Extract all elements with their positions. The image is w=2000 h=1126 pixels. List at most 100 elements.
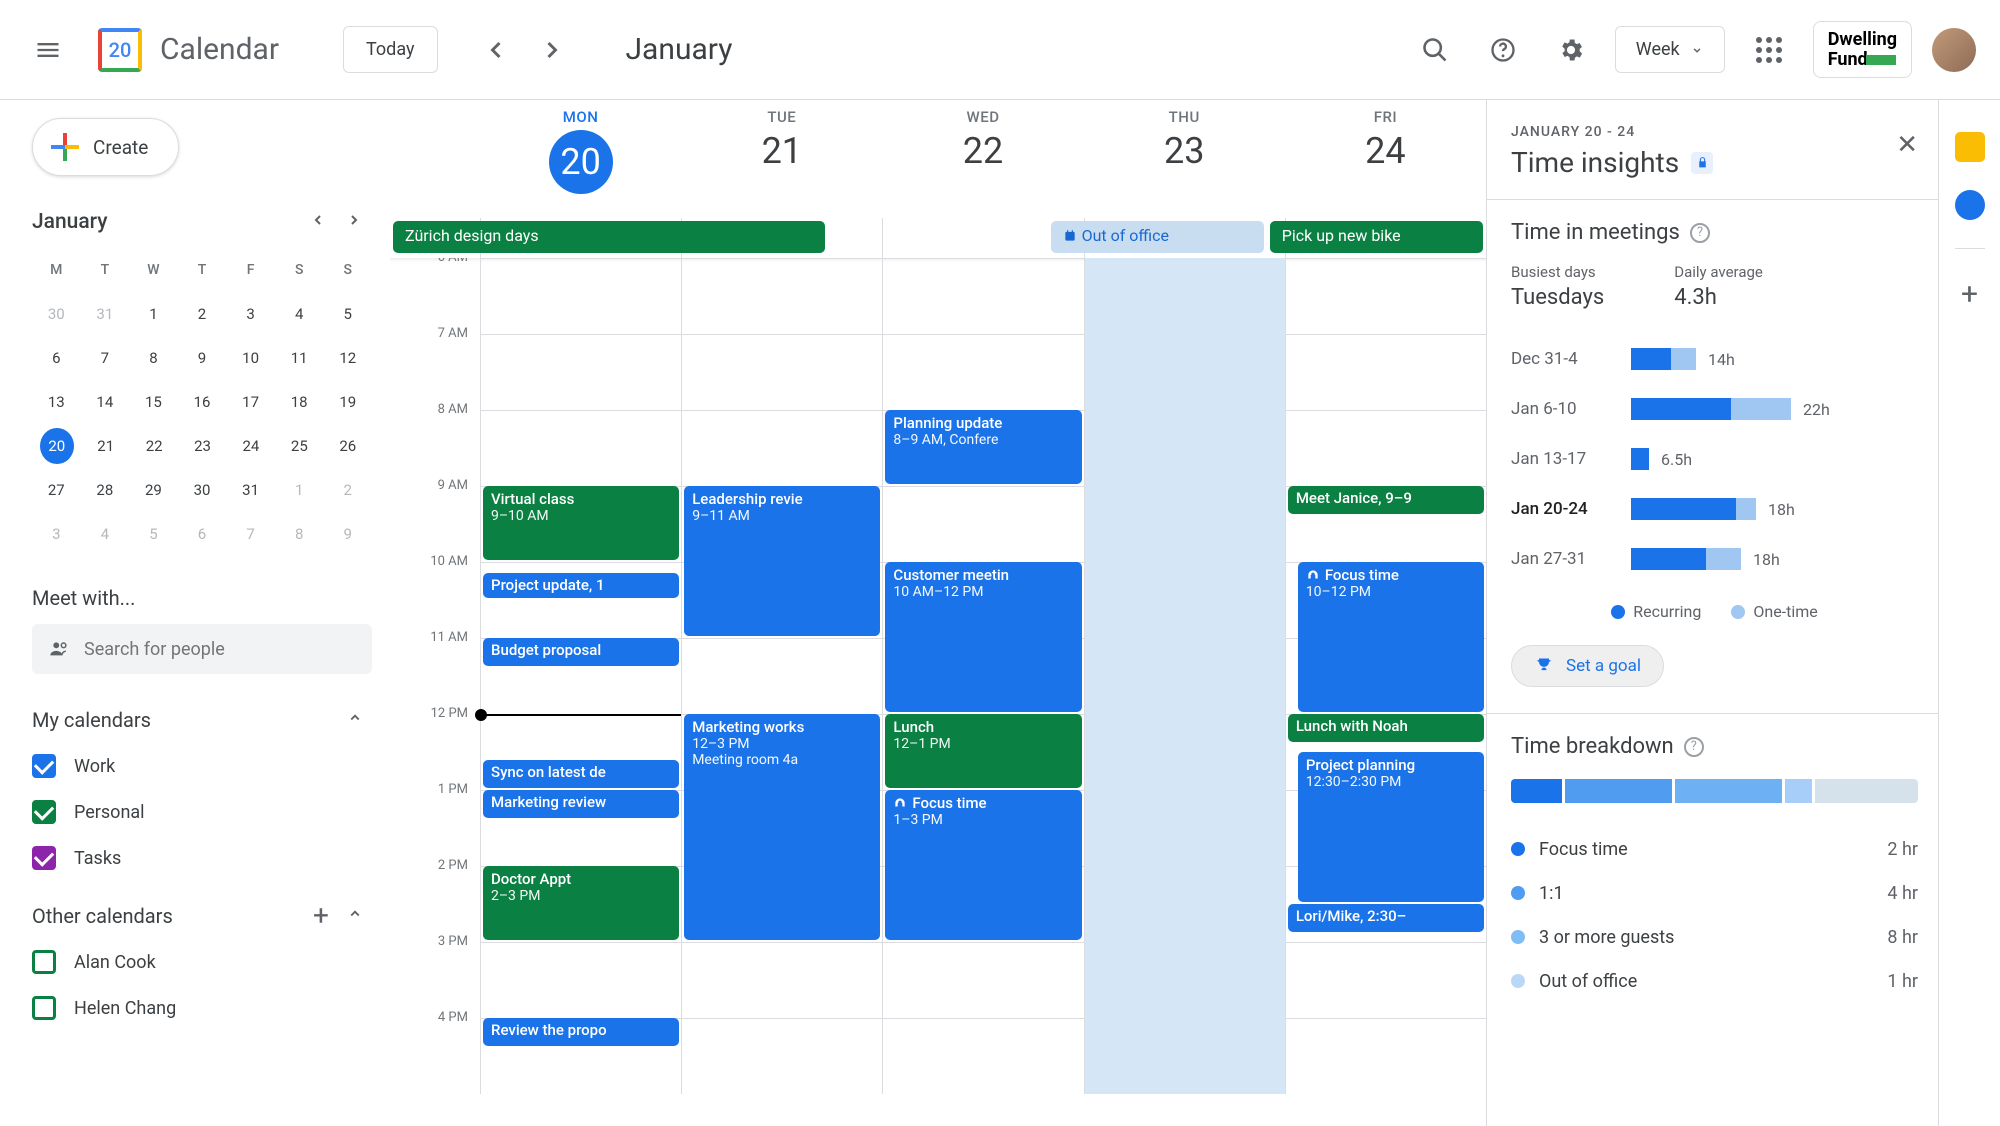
help-tip-icon[interactable]: ? bbox=[1690, 223, 1710, 243]
calendar-toggle[interactable]: Alan Cook bbox=[32, 950, 372, 974]
mini-day[interactable]: 14 bbox=[81, 380, 130, 424]
add-other-calendar[interactable]: + bbox=[304, 907, 338, 925]
mini-day[interactable]: 25 bbox=[275, 424, 323, 468]
day-column[interactable] bbox=[1084, 258, 1285, 1094]
mini-day[interactable]: 5 bbox=[129, 512, 178, 556]
keep-icon[interactable] bbox=[1955, 132, 1985, 162]
event[interactable]: Project planning12:30–2:30 PM bbox=[1298, 752, 1484, 902]
avatar[interactable] bbox=[1932, 28, 1976, 72]
mini-prev-button[interactable] bbox=[300, 212, 336, 232]
close-insights-button[interactable]: ✕ bbox=[1896, 130, 1918, 160]
event[interactable]: Lunch with Noah bbox=[1288, 714, 1484, 742]
mini-day[interactable]: 31 bbox=[226, 468, 275, 512]
calendar-toggle[interactable]: Helen Chang bbox=[32, 996, 372, 1020]
day-column[interactable]: Leadership revie9–11 AM Marketing works1… bbox=[681, 258, 882, 1094]
menu-icon[interactable] bbox=[24, 26, 72, 74]
mini-day[interactable]: 2 bbox=[178, 292, 227, 336]
event[interactable]: Meet Janice, 9–9 bbox=[1288, 486, 1484, 514]
event[interactable]: Doctor Appt2–3 PM bbox=[483, 866, 679, 940]
search-people[interactable] bbox=[32, 624, 372, 674]
calendar-toggle[interactable]: Personal bbox=[32, 800, 372, 824]
day-header[interactable]: TUE21 bbox=[681, 100, 882, 218]
event[interactable]: Lori/Mike, 2:30– bbox=[1288, 904, 1484, 932]
day-header[interactable]: MON20 bbox=[480, 100, 681, 218]
today-button[interactable]: Today bbox=[343, 26, 437, 73]
mini-day[interactable]: 3 bbox=[32, 512, 81, 556]
mini-day[interactable]: 4 bbox=[275, 292, 324, 336]
search-icon[interactable] bbox=[1411, 26, 1459, 74]
event[interactable]: Virtual class9–10 AM bbox=[483, 486, 679, 560]
help-icon[interactable] bbox=[1479, 26, 1527, 74]
mini-day[interactable]: 23 bbox=[178, 424, 226, 468]
mini-next-button[interactable] bbox=[336, 212, 372, 232]
day-column[interactable]: Meet Janice, 9–9 Focus time10–12 PM Lunc… bbox=[1285, 258, 1486, 1094]
mini-day[interactable]: 8 bbox=[275, 512, 324, 556]
event[interactable]: Focus time10–12 PM bbox=[1298, 562, 1484, 712]
search-people-input[interactable] bbox=[84, 639, 356, 660]
collapse-my-calendars[interactable] bbox=[338, 709, 372, 731]
mini-day[interactable]: 22 bbox=[130, 424, 178, 468]
mini-day[interactable]: 27 bbox=[32, 468, 81, 512]
day-column[interactable]: Planning update8–9 AM, Confere Customer … bbox=[882, 258, 1083, 1094]
help-tip-icon[interactable]: ? bbox=[1684, 737, 1704, 757]
allday-event[interactable]: Zürich design days bbox=[393, 221, 825, 253]
mini-day[interactable]: 16 bbox=[178, 380, 227, 424]
mini-day[interactable]: 15 bbox=[129, 380, 178, 424]
event[interactable]: Lunch12–1 PM bbox=[885, 714, 1081, 788]
view-selector[interactable]: Week bbox=[1615, 26, 1725, 73]
next-week-button[interactable] bbox=[528, 26, 576, 74]
mini-day[interactable]: 9 bbox=[178, 336, 227, 380]
mini-day[interactable]: 29 bbox=[129, 468, 178, 512]
mini-day[interactable]: 19 bbox=[323, 380, 372, 424]
mini-day[interactable]: 1 bbox=[275, 468, 324, 512]
mini-day[interactable]: 9 bbox=[323, 512, 372, 556]
mini-day[interactable]: 30 bbox=[178, 468, 227, 512]
event[interactable]: Marketing works12–3 PMMeeting room 4a bbox=[684, 714, 880, 940]
mini-day[interactable]: 7 bbox=[81, 336, 130, 380]
settings-icon[interactable] bbox=[1547, 26, 1595, 74]
mini-day[interactable]: 8 bbox=[129, 336, 178, 380]
add-addon-button[interactable]: + bbox=[1961, 277, 1978, 312]
mini-day[interactable]: 3 bbox=[226, 292, 275, 336]
tasks-icon[interactable] bbox=[1955, 190, 1985, 220]
day-header[interactable]: FRI24 bbox=[1285, 100, 1486, 218]
day-header[interactable]: THU23 bbox=[1084, 100, 1285, 218]
event[interactable]: Sync on latest de bbox=[483, 760, 679, 788]
event[interactable]: Focus time1–3 PM bbox=[885, 790, 1081, 940]
event[interactable]: Planning update8–9 AM, Confere bbox=[885, 410, 1081, 484]
calendar-toggle[interactable]: Tasks bbox=[32, 846, 372, 870]
apps-icon[interactable] bbox=[1745, 26, 1793, 74]
mini-day[interactable]: 20 bbox=[40, 428, 74, 464]
event[interactable]: Marketing review bbox=[483, 790, 679, 818]
prev-week-button[interactable] bbox=[472, 26, 520, 74]
mini-day[interactable]: 4 bbox=[81, 512, 130, 556]
event[interactable]: Review the propo bbox=[483, 1018, 679, 1046]
mini-day[interactable]: 11 bbox=[275, 336, 324, 380]
calendar-toggle[interactable]: Work bbox=[32, 754, 372, 778]
mini-day[interactable]: 10 bbox=[226, 336, 275, 380]
mini-day[interactable]: 21 bbox=[82, 424, 130, 468]
mini-day[interactable]: 5 bbox=[323, 292, 372, 336]
mini-day[interactable]: 2 bbox=[323, 468, 372, 512]
mini-day[interactable]: 18 bbox=[275, 380, 324, 424]
allday-event[interactable]: Pick up new bike bbox=[1270, 221, 1483, 253]
allday-event[interactable]: Out of office bbox=[1051, 221, 1264, 253]
event[interactable]: Project update, 1 bbox=[483, 573, 679, 598]
mini-day[interactable]: 6 bbox=[178, 512, 227, 556]
collapse-other-calendars[interactable] bbox=[338, 905, 372, 927]
mini-day[interactable]: 1 bbox=[129, 292, 178, 336]
mini-day[interactable]: 12 bbox=[323, 336, 372, 380]
set-goal-button[interactable]: Set a goal bbox=[1511, 645, 1664, 687]
day-column[interactable]: Virtual class9–10 AM Project update, 1 B… bbox=[480, 258, 681, 1094]
create-button[interactable]: Create bbox=[32, 118, 179, 176]
event[interactable]: Leadership revie9–11 AM bbox=[684, 486, 880, 636]
day-header[interactable]: WED22 bbox=[882, 100, 1083, 218]
mini-day[interactable]: 7 bbox=[226, 512, 275, 556]
mini-day[interactable]: 17 bbox=[226, 380, 275, 424]
mini-day[interactable]: 30 bbox=[32, 292, 81, 336]
mini-day[interactable]: 26 bbox=[324, 424, 372, 468]
event[interactable]: Customer meetin10 AM–12 PM bbox=[885, 562, 1081, 712]
mini-day[interactable]: 6 bbox=[32, 336, 81, 380]
event[interactable]: Budget proposal bbox=[483, 638, 679, 666]
mini-day[interactable]: 28 bbox=[81, 468, 130, 512]
